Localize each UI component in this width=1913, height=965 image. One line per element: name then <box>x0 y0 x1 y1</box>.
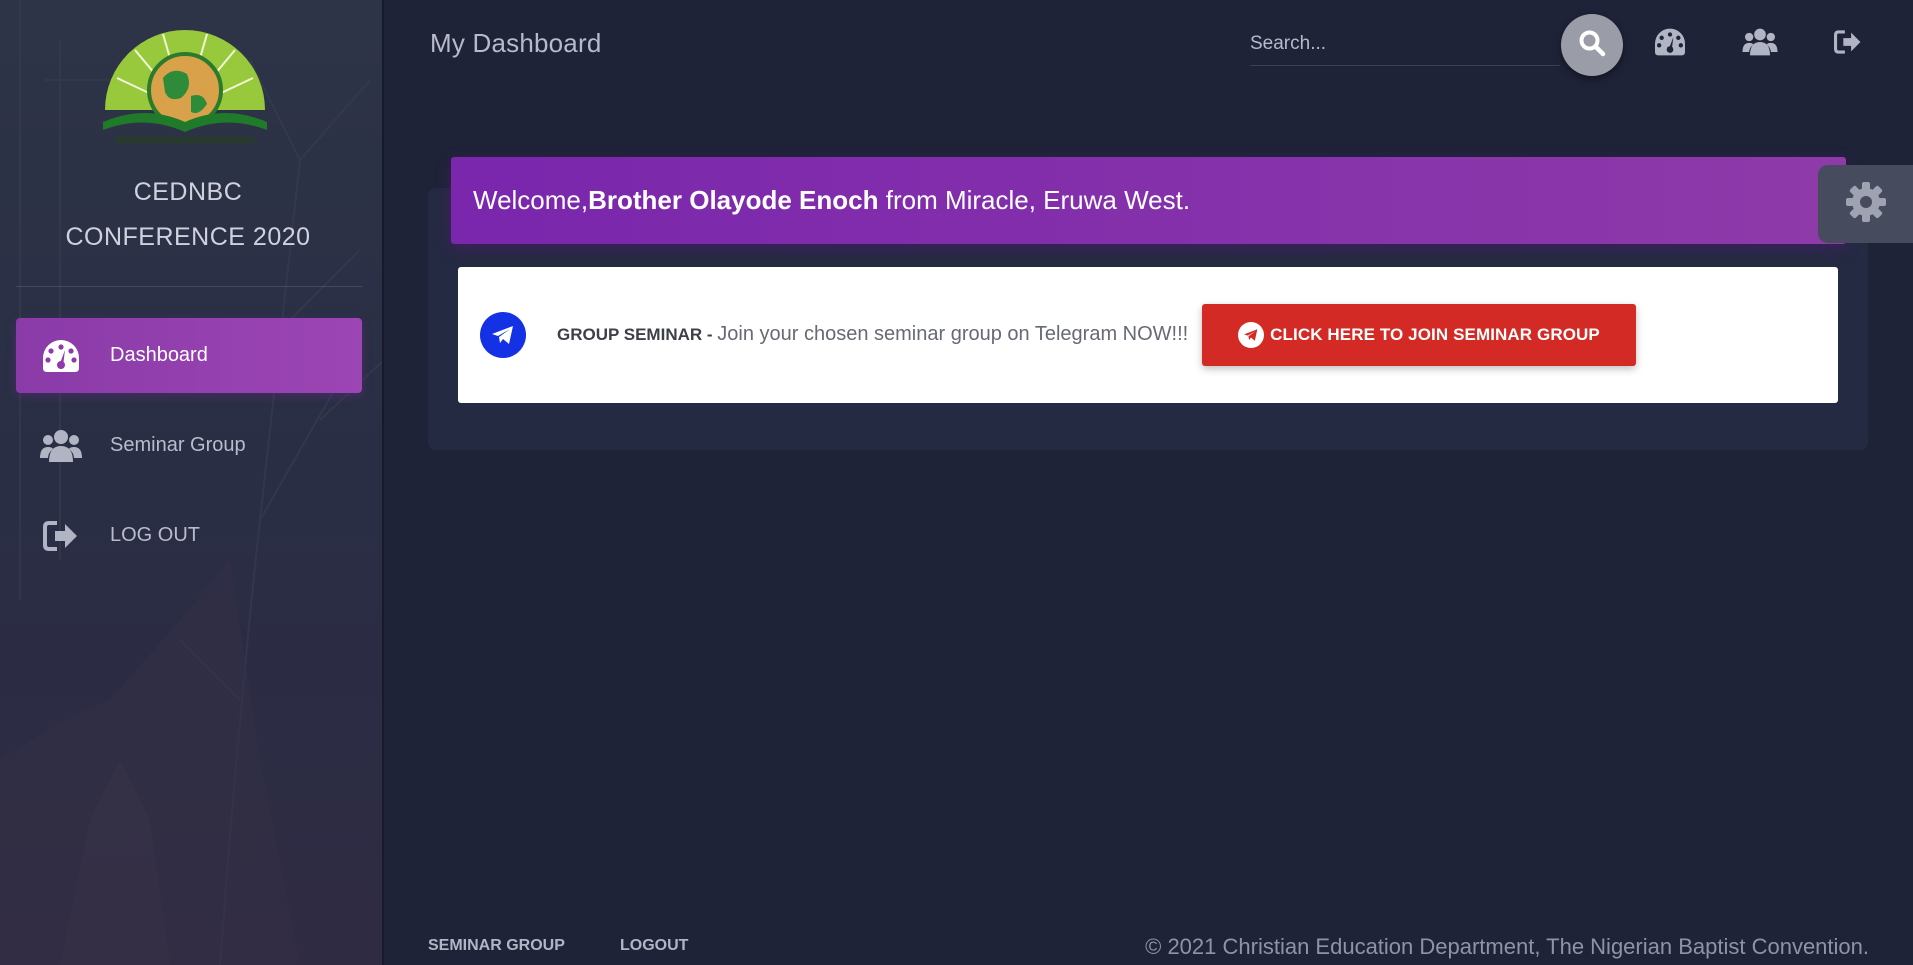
topbar-logout-button[interactable] <box>1828 26 1868 62</box>
copyright-text: © 2021 Christian Education Department, T… <box>1145 934 1869 959</box>
users-icon <box>1742 27 1778 62</box>
sidebar-nav: Dashboard Seminar Group LOG OUT <box>16 318 362 588</box>
welcome-prefix: Welcome, <box>473 185 589 215</box>
sidebar-item-label: Seminar Group <box>110 434 246 456</box>
seminar-message: GROUP SEMINAR - Join your chosen seminar… <box>557 323 1188 346</box>
sidebar-edge <box>382 0 384 965</box>
seminar-alert: GROUP SEMINAR - Join your chosen seminar… <box>458 267 1838 403</box>
divider <box>16 286 362 287</box>
footer-link-seminar-group[interactable]: SEMINAR GROUP <box>428 937 565 955</box>
join-seminar-button[interactable]: CLICK HERE TO JOIN SEMINAR GROUP <box>1202 304 1636 366</box>
brand-line-1: CEDNBC <box>133 178 243 206</box>
sidebar-item-dashboard[interactable]: Dashboard <box>16 318 362 393</box>
topbar-dashboard-button[interactable] <box>1650 26 1690 62</box>
gear-icon <box>1844 180 1888 229</box>
logo <box>95 18 275 158</box>
logout-icon <box>1834 29 1862 60</box>
search-input[interactable] <box>1250 22 1560 66</box>
logout-icon <box>40 515 82 557</box>
sidebar-item-logout[interactable]: LOG OUT <box>16 498 362 573</box>
welcome-suffix: from Miracle, Eruwa West. <box>878 185 1191 215</box>
search-icon <box>1578 29 1606 62</box>
sidebar-item-label: Dashboard <box>110 344 208 366</box>
topbar-users-button[interactable] <box>1740 26 1780 62</box>
settings-button[interactable] <box>1818 165 1913 243</box>
join-seminar-label: CLICK HERE TO JOIN SEMINAR GROUP <box>1270 325 1600 344</box>
sidebar: CEDNBC CONFERENCE 2020 Dashboard Seminar… <box>0 0 384 965</box>
telegram-icon <box>1238 322 1265 348</box>
welcome-banner: Welcome, Brother Olayode Enoch from Mira… <box>451 157 1846 244</box>
welcome-user-name: Brother Olayode Enoch <box>588 185 879 215</box>
telegram-icon <box>480 312 526 358</box>
dashboard-gauge-icon <box>40 335 82 377</box>
search-button[interactable] <box>1561 14 1623 76</box>
footer-link-logout[interactable]: LOGOUT <box>620 937 688 955</box>
seminar-label: GROUP SEMINAR - <box>557 325 718 344</box>
seminar-description: Join your chosen seminar group on Telegr… <box>717 323 1189 345</box>
brand-title: CEDNBC CONFERENCE 2020 <box>0 170 376 260</box>
sidebar-item-seminar-group[interactable]: Seminar Group <box>16 408 362 483</box>
brand-line-2: CONFERENCE 2020 <box>65 223 311 251</box>
dashboard-gauge-icon <box>1653 27 1687 62</box>
sidebar-item-label: LOG OUT <box>110 524 201 546</box>
page-title: My Dashboard <box>430 28 602 58</box>
users-icon <box>40 425 82 467</box>
